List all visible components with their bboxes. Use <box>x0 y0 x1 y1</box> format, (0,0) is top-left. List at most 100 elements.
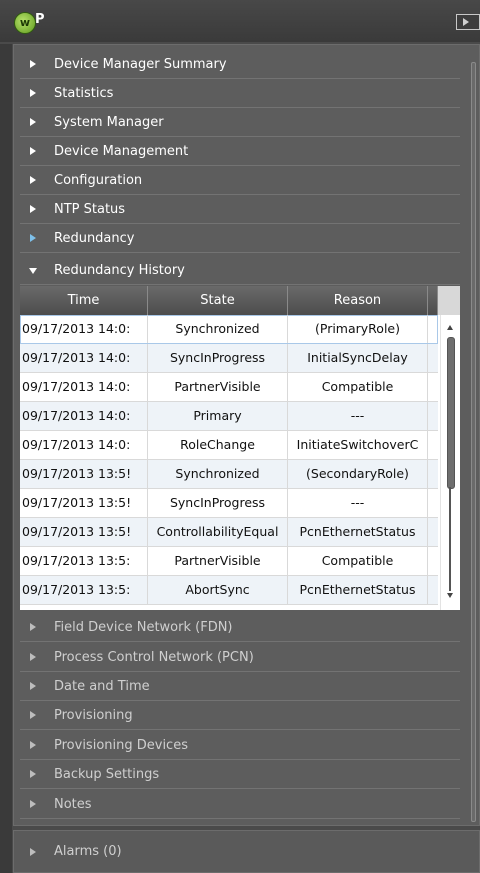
table-row[interactable]: 09/17/2013 13:5: AbortSync PcnEthernetSt… <box>20 576 438 605</box>
panel-scrollbar[interactable] <box>471 52 477 822</box>
section-system-manager[interactable]: System Manager <box>20 108 460 137</box>
section-provisioning-devices[interactable]: Provisioning Devices <box>20 731 460 760</box>
expand-arrow-icon <box>30 800 36 808</box>
cell-time: 09/17/2013 13:5: <box>20 576 148 604</box>
section-redundancy-history[interactable]: Redundancy History <box>20 256 460 285</box>
expand-arrow-icon <box>30 653 36 661</box>
section-date-and-time[interactable]: Date and Time <box>20 672 460 701</box>
scroll-thumb[interactable] <box>447 337 455 489</box>
left-strip <box>0 44 12 873</box>
cell-pad <box>428 315 438 343</box>
cell-pad <box>428 518 438 546</box>
section-configuration[interactable]: Configuration <box>20 166 460 195</box>
collapse-panel-button[interactable] <box>456 14 480 30</box>
alarms-section[interactable]: Alarms (0) <box>13 830 480 873</box>
section-label: Provisioning Devices <box>54 738 188 753</box>
table-row[interactable]: 09/17/2013 14:0: Synchronized (PrimaryRo… <box>20 315 438 344</box>
expand-arrow-icon <box>30 234 36 242</box>
column-header-spacer <box>428 286 438 315</box>
section-redundancy[interactable]: Redundancy <box>20 224 460 253</box>
section-label: Configuration <box>54 173 143 188</box>
app-logo-icon: w <box>14 12 36 34</box>
table-row[interactable]: 09/17/2013 14:0: RoleChange InitiateSwit… <box>20 431 438 460</box>
column-header-state[interactable]: State <box>148 286 288 315</box>
table-row[interactable]: 09/17/2013 13:5! SyncInProgress --- <box>20 489 438 518</box>
expand-arrow-icon <box>30 89 36 97</box>
table-header: Time State Reason <box>20 286 460 315</box>
column-header-time[interactable]: Time <box>20 286 148 315</box>
section-statistics[interactable]: Statistics <box>20 79 460 108</box>
cell-reason: Compatible <box>288 373 428 401</box>
cell-state: Synchronized <box>148 460 288 488</box>
section-label: NTP Status <box>54 202 126 217</box>
expand-arrow-icon <box>30 118 36 126</box>
cell-state: AbortSync <box>148 576 288 604</box>
column-header-filler <box>438 286 460 315</box>
cell-time: 09/17/2013 14:0: <box>20 315 148 343</box>
cell-reason: PcnEthernetStatus <box>288 518 428 546</box>
section-label: Device Management <box>54 144 189 159</box>
table-row[interactable]: 09/17/2013 14:0: PartnerVisible Compatib… <box>20 373 438 402</box>
cell-reason: (PrimaryRole) <box>288 315 428 343</box>
cell-time: 09/17/2013 14:0: <box>20 431 148 459</box>
table-row[interactable]: 09/17/2013 13:5! ControllabilityEqual Pc… <box>20 518 438 547</box>
cell-time: 09/17/2013 13:5! <box>20 460 148 488</box>
section-device-manager-summary[interactable]: Device Manager Summary <box>20 50 460 79</box>
app-title: P <box>35 12 45 27</box>
title-bar: w P <box>0 0 480 42</box>
section-backup-settings[interactable]: Backup Settings <box>20 760 460 789</box>
expand-arrow-icon <box>30 848 36 856</box>
table-scrollbar[interactable] <box>440 315 460 610</box>
cell-state: SyncInProgress <box>148 344 288 372</box>
cell-reason: InitialSyncDelay <box>288 344 428 372</box>
cell-pad <box>428 576 438 604</box>
expand-arrow-icon <box>30 623 36 631</box>
section-provisioning[interactable]: Provisioning <box>20 701 460 730</box>
expand-arrow-icon <box>30 147 36 155</box>
table-row[interactable]: 09/17/2013 14:0: SyncInProgress InitialS… <box>20 344 438 373</box>
cell-time: 09/17/2013 13:5! <box>20 489 148 517</box>
section-label: Field Device Network (FDN) <box>54 620 233 635</box>
cell-pad <box>428 402 438 430</box>
cell-pad <box>428 431 438 459</box>
section-device-management[interactable]: Device Management <box>20 137 460 166</box>
scroll-track[interactable] <box>449 487 451 591</box>
table-row[interactable]: 09/17/2013 14:0: Primary --- <box>20 402 438 431</box>
section-label: Device Manager Summary <box>54 57 227 72</box>
expand-arrow-icon <box>30 682 36 690</box>
expand-arrow-icon <box>30 770 36 778</box>
cell-state: Synchronized <box>148 315 288 343</box>
cell-time: 09/17/2013 13:5! <box>20 518 148 546</box>
table-row[interactable]: 09/17/2013 13:5! Synchronized (Secondary… <box>20 460 438 489</box>
cell-time: 09/17/2013 14:0: <box>20 344 148 372</box>
section-label: System Manager <box>54 115 164 130</box>
section-label: Backup Settings <box>54 767 160 782</box>
scroll-up-icon[interactable] <box>447 325 453 330</box>
expand-arrow-icon <box>30 741 36 749</box>
expand-arrow-icon <box>30 176 36 184</box>
section-label: Redundancy History <box>54 263 185 278</box>
cell-reason: (SecondaryRole) <box>288 460 428 488</box>
section-field-device-network[interactable]: Field Device Network (FDN) <box>20 613 460 642</box>
expand-arrow-icon <box>30 711 36 719</box>
cell-reason: InitiateSwitchoverC <box>288 431 428 459</box>
section-label: Redundancy <box>54 231 135 246</box>
cell-time: 09/17/2013 13:5: <box>20 547 148 575</box>
section-notes[interactable]: Notes <box>20 790 460 819</box>
panel-scroll-thumb[interactable] <box>471 62 476 822</box>
expand-arrow-icon <box>30 60 36 68</box>
cell-time: 09/17/2013 14:0: <box>20 402 148 430</box>
redundancy-history-table: Time State Reason 09/17/2013 14:0: Synch… <box>20 286 460 610</box>
cell-reason: --- <box>288 402 428 430</box>
column-header-reason[interactable]: Reason <box>288 286 428 315</box>
cell-state: PartnerVisible <box>148 547 288 575</box>
section-ntp-status[interactable]: NTP Status <box>20 195 460 224</box>
cell-reason: Compatible <box>288 547 428 575</box>
table-row[interactable]: 09/17/2013 13:5: PartnerVisible Compatib… <box>20 547 438 576</box>
cell-state: Primary <box>148 402 288 430</box>
scroll-down-icon[interactable] <box>447 593 453 598</box>
section-label: Process Control Network (PCN) <box>54 650 254 665</box>
cell-state: RoleChange <box>148 431 288 459</box>
cell-state: SyncInProgress <box>148 489 288 517</box>
section-process-control-network[interactable]: Process Control Network (PCN) <box>20 643 460 672</box>
